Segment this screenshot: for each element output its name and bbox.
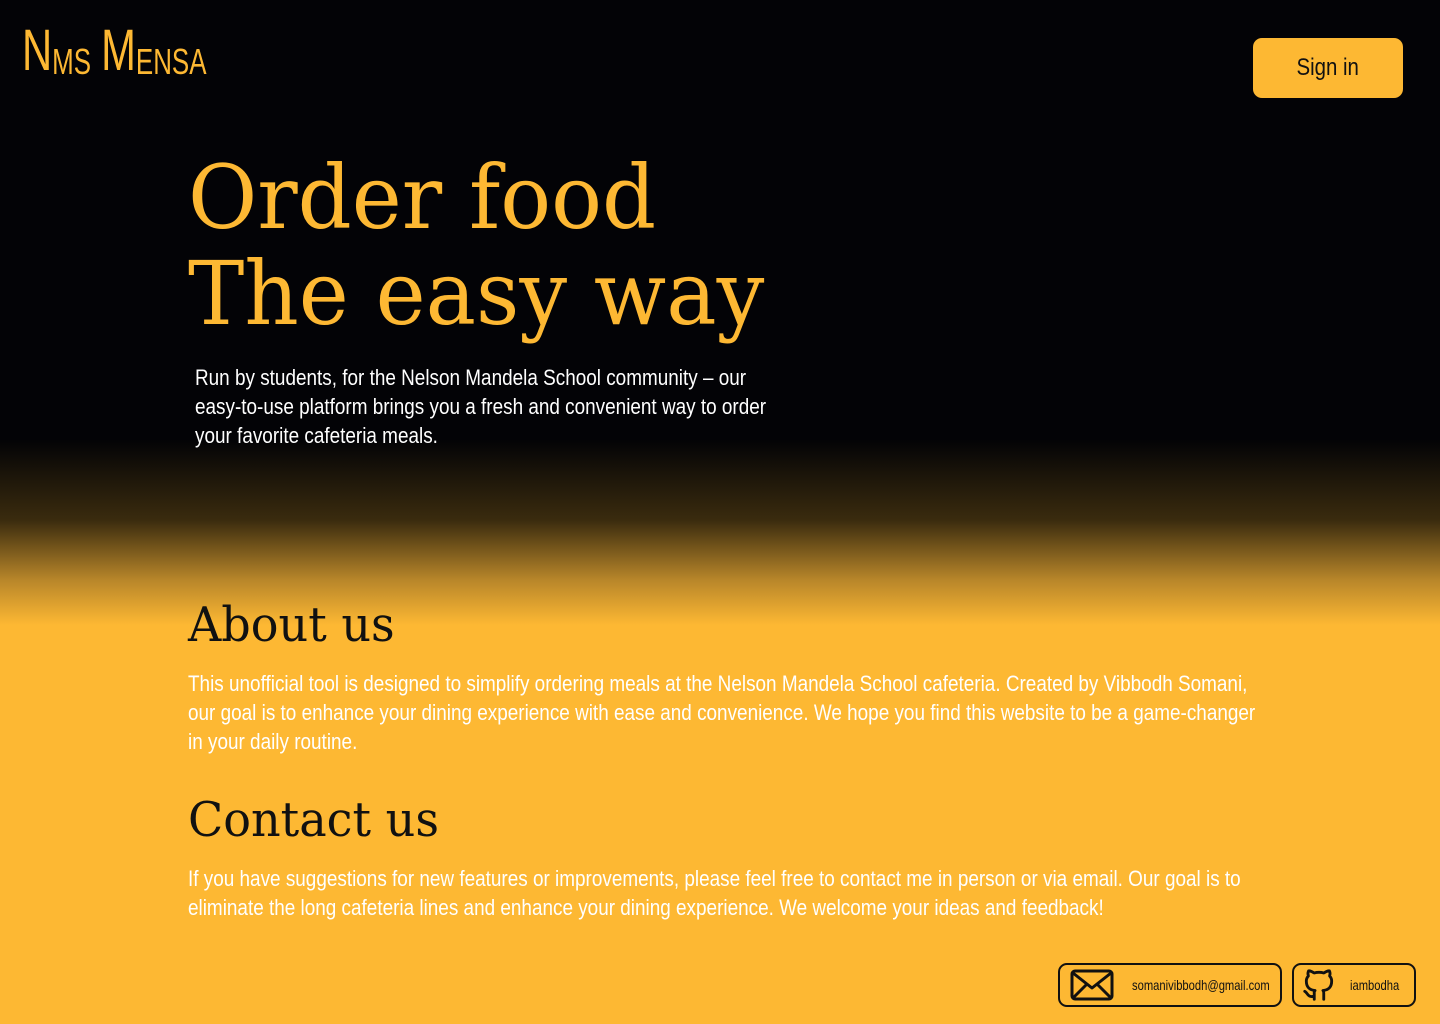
github-label: iambodha xyxy=(1350,977,1400,993)
mail-icon xyxy=(1070,969,1114,1001)
github-icon xyxy=(1300,966,1338,1004)
hero-title-line-1: Order food xyxy=(188,146,657,249)
contact-text: If you have suggestions for new features… xyxy=(188,866,1241,920)
about-text: This unofficial tool is designed to simp… xyxy=(188,671,1256,754)
email-link[interactable]: somanivibbodh@gmail.com xyxy=(1058,963,1282,1007)
contact-title: Contact us xyxy=(188,792,439,848)
hero-title-line-2: The easy way xyxy=(188,242,765,345)
hero-title: Order food The easy way xyxy=(188,150,764,342)
logo-text: MS xyxy=(52,41,92,82)
sign-in-button[interactable]: Sign in xyxy=(1253,38,1403,98)
email-label: somanivibbodh@gmail.com xyxy=(1132,977,1270,993)
logo-letter: N xyxy=(22,18,53,83)
logo-text: ENSA xyxy=(135,41,207,82)
hero-description: Run by students, for the Nelson Mandela … xyxy=(195,365,767,448)
site-logo[interactable]: N MS M ENSA xyxy=(22,20,207,80)
about-title: About us xyxy=(188,597,395,653)
github-link[interactable]: iambodha xyxy=(1292,963,1416,1007)
sign-in-label: Sign in xyxy=(1296,54,1360,81)
logo-letter: M xyxy=(101,18,136,83)
